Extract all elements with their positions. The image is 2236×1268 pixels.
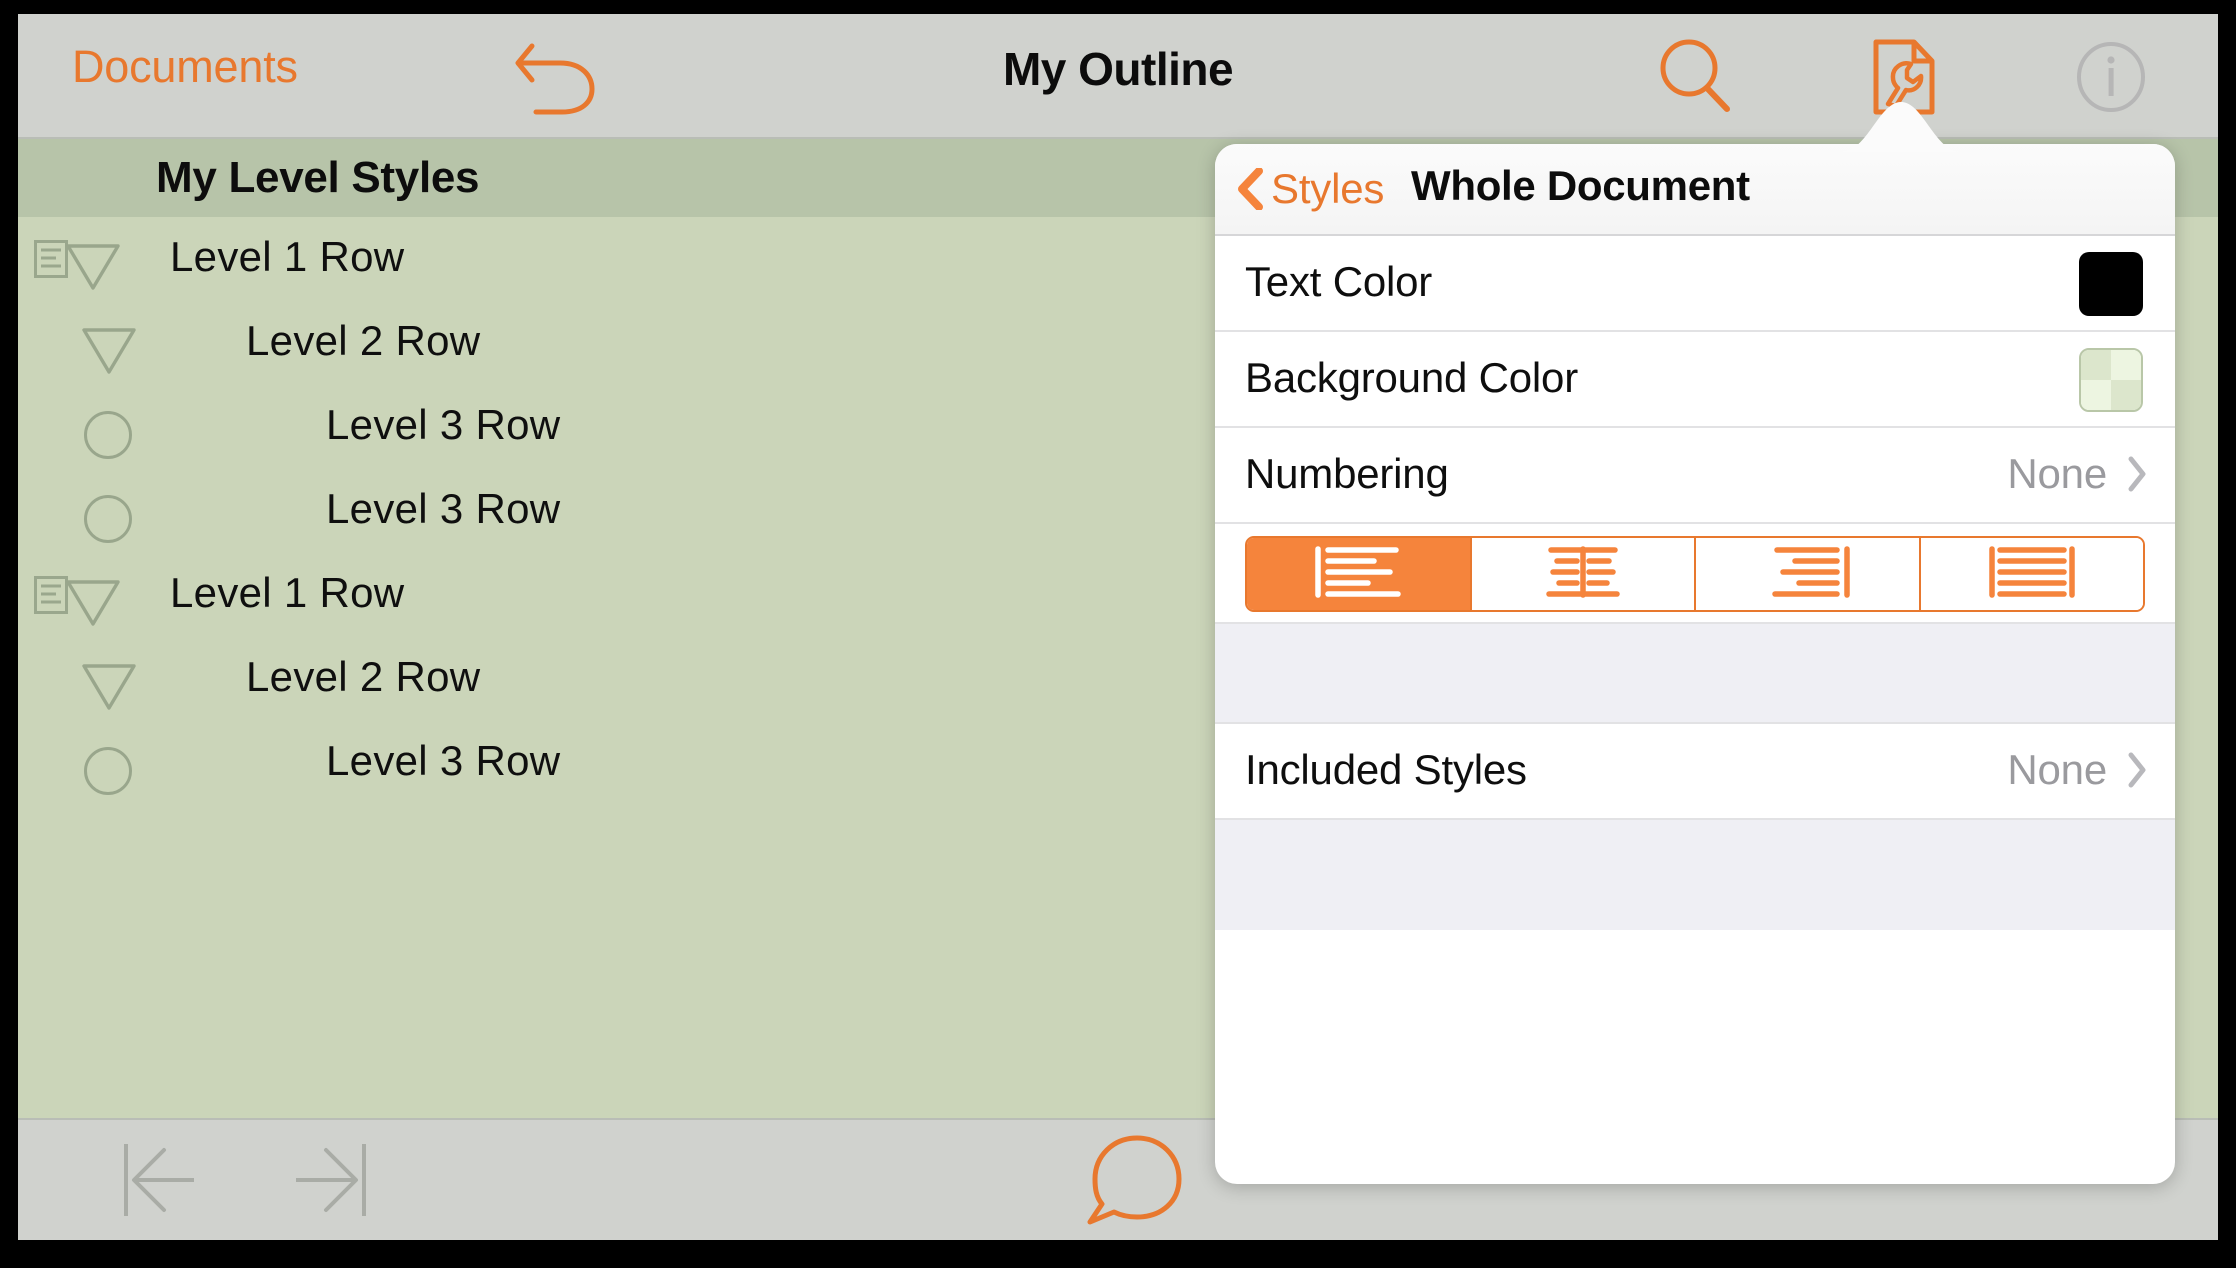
row-text-alignment [1215, 524, 2175, 624]
align-left-button[interactable] [1247, 538, 1472, 610]
alignment-segmented-control[interactable] [1245, 536, 2145, 612]
indent-icon[interactable] [268, 1136, 388, 1224]
screen: Documents My Outline My Level Styles Lev… [0, 0, 2236, 1268]
row-markers [18, 385, 198, 469]
outline-row-label[interactable]: Level 3 Row [326, 737, 560, 785]
row-label: Background Color [1245, 354, 1578, 401]
whole-document-styles-popover: Styles Whole Document Text Color Backgro… [1215, 144, 2175, 1184]
align-left-icon [1310, 543, 1406, 606]
row-value: None [2007, 450, 2107, 497]
align-center-button[interactable] [1471, 538, 1696, 610]
row-markers [18, 721, 198, 805]
row-included-styles[interactable]: Included Styles None [1215, 724, 2175, 820]
chevron-left-icon [1237, 167, 1263, 211]
bullet-circle-icon[interactable] [84, 747, 132, 795]
outline-row-label[interactable]: Level 3 Row [326, 401, 560, 449]
popover-title: Whole Document [1411, 162, 1750, 209]
chevron-right-icon [2127, 456, 2147, 492]
row-background-color[interactable]: Background Color [1215, 332, 2175, 428]
section-gap-bottom [1215, 820, 2175, 930]
row-value: None [2007, 746, 2107, 793]
align-center-icon [1535, 543, 1631, 606]
outline-row-label[interactable]: Level 2 Row [246, 653, 480, 701]
chevron-right-icon [2127, 752, 2147, 788]
background-color-swatch[interactable] [2079, 348, 2143, 412]
popover-header: Styles Whole Document [1215, 144, 2175, 236]
section-gap [1215, 624, 2175, 724]
row-label: Numbering [1245, 450, 1449, 497]
search-icon[interactable] [1651, 34, 1741, 120]
outline-row-label[interactable]: Level 1 Row [170, 569, 404, 617]
align-right-icon [1759, 543, 1855, 606]
row-markers [18, 469, 198, 553]
row-label: Text Color [1245, 258, 1433, 305]
outline-row-label[interactable]: Level 2 Row [246, 317, 480, 365]
align-justify-button[interactable] [1920, 538, 2143, 610]
outline-row-label[interactable]: Level 3 Row [326, 485, 560, 533]
row-label: Included Styles [1245, 746, 1527, 793]
outline-row-label[interactable]: Level 1 Row [170, 233, 404, 281]
text-color-swatch[interactable] [2079, 252, 2143, 316]
outdent-icon[interactable] [112, 1136, 232, 1224]
bullet-circle-icon[interactable] [84, 495, 132, 543]
align-right-button[interactable] [1696, 538, 1921, 610]
note-icon[interactable] [34, 576, 68, 614]
row-text-color[interactable]: Text Color [1215, 236, 2175, 332]
disclosure-triangle-icon[interactable] [80, 662, 138, 712]
align-justify-icon [1984, 543, 2080, 606]
row-numbering[interactable]: Numbering None [1215, 428, 2175, 524]
popover-back-button[interactable]: Styles [1237, 156, 1384, 222]
comment-bubble-icon[interactable] [1082, 1132, 1192, 1228]
popover-settings-list: Text Color Background Color Numbering No… [1215, 236, 2175, 1008]
info-icon[interactable] [2066, 34, 2156, 120]
disclosure-triangle-icon[interactable] [80, 326, 138, 376]
popover-footer-space [1215, 930, 2175, 1008]
disclosure-triangle-icon[interactable] [64, 242, 122, 292]
row-markers [18, 637, 198, 721]
note-icon[interactable] [34, 240, 68, 278]
popover-back-label: Styles [1271, 165, 1385, 212]
row-markers [18, 301, 198, 385]
outline-header-title: My Level Styles [156, 153, 480, 202]
disclosure-triangle-icon[interactable] [64, 578, 122, 628]
popover-arrow [1841, 100, 1961, 152]
bullet-circle-icon[interactable] [84, 411, 132, 459]
